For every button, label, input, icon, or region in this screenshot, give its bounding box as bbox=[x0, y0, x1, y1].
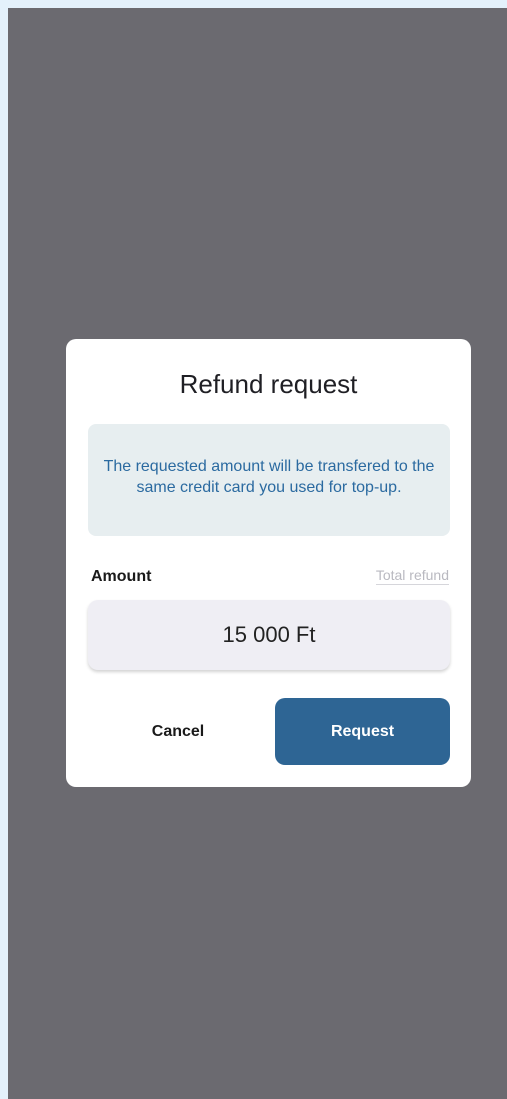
request-button[interactable]: Request bbox=[275, 698, 450, 765]
amount-label: Amount bbox=[91, 568, 152, 585]
cancel-button[interactable]: Cancel bbox=[88, 698, 268, 765]
total-refund-link[interactable]: Total refund bbox=[375, 567, 449, 585]
info-notice: The requested amount will be transfered … bbox=[88, 424, 450, 536]
amount-input[interactable]: 15 000 Ft bbox=[88, 600, 450, 670]
dialog-title: Refund request bbox=[179, 369, 358, 399]
amount-value: 15 000 Ft bbox=[222, 622, 316, 647]
refund-request-dialog: Refund request The requested amount will… bbox=[66, 339, 471, 787]
info-notice-text: The requested amount will be transfered … bbox=[103, 458, 435, 496]
modal-overlay[interactable]: Refund request The requested amount will… bbox=[8, 8, 507, 1099]
